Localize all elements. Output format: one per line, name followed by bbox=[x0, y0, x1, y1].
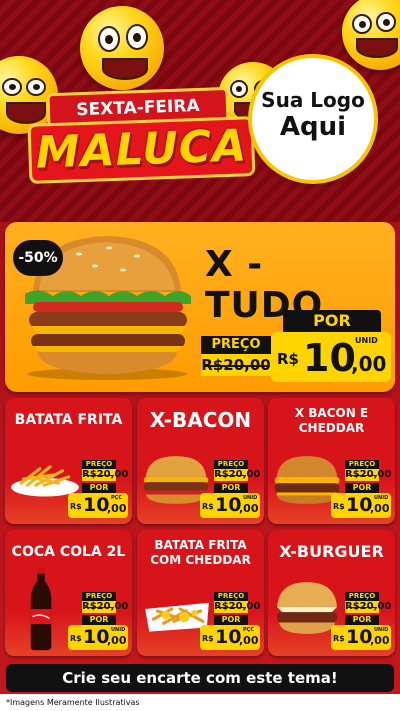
header: SEXTA-FEIRA MALUCA Sua Logo Aqui bbox=[0, 0, 400, 222]
discount-badge: -50% bbox=[13, 240, 63, 276]
currency: R$ bbox=[70, 634, 82, 643]
price-unit: UNID bbox=[355, 336, 378, 345]
old-price-label: PREÇO bbox=[214, 460, 248, 469]
price-integer: 10 bbox=[215, 626, 242, 648]
price-cents: ,00 bbox=[351, 352, 387, 376]
new-price: R$ 10 ,00 UNID bbox=[331, 493, 391, 518]
currency: R$ bbox=[70, 502, 82, 511]
price-box: PREÇO R$20,00 POR R$ 10 ,00 UNID bbox=[331, 592, 391, 650]
new-price-label: POR bbox=[214, 615, 248, 625]
price-cents: ,00 bbox=[107, 634, 127, 647]
old-price: R$20,00 bbox=[345, 469, 392, 481]
new-price-label: POR bbox=[82, 615, 116, 625]
new-price: R$ 10 ,00 PÇC bbox=[200, 625, 260, 650]
old-price-label: PREÇO bbox=[345, 460, 379, 469]
price-cents: ,00 bbox=[370, 502, 390, 515]
product-name: X-BACON bbox=[149, 408, 252, 432]
price-box: PREÇO R$20,00 POR R$ 10 ,00 UNID bbox=[331, 460, 391, 518]
product-name: BATATA FRITA bbox=[14, 412, 123, 428]
price-cents: ,00 bbox=[239, 634, 259, 647]
price-integer: 10 bbox=[346, 494, 373, 516]
new-price: R$ 10 ,00 UNID bbox=[200, 493, 260, 518]
logo-placeholder: Sua Logo Aqui bbox=[252, 58, 374, 180]
currency: R$ bbox=[202, 502, 214, 511]
product-name: X-BURGUER bbox=[279, 542, 384, 561]
price-integer: 10 bbox=[83, 626, 110, 648]
price-box: PREÇO R$20,00 POR R$ 10 ,00 UNID bbox=[200, 460, 260, 518]
product-card: BATATA FRITA PREÇO R$20,00 POR R$ 10 ,00… bbox=[5, 398, 132, 524]
old-price-label: PREÇO bbox=[82, 592, 116, 601]
disclaimer: *Imagens Meramente Ilustrativas bbox=[6, 698, 140, 707]
banner-title: MALUCA bbox=[27, 116, 256, 184]
new-price: R$ 10 ,00 UNID bbox=[68, 625, 128, 650]
cta-banner[interactable]: Crie seu encarte com este tema! bbox=[6, 664, 394, 692]
product-card: X BACON E CHEDDAR PREÇO R$20,00 POR R$ 1… bbox=[268, 398, 395, 524]
old-price: R$20,00 bbox=[214, 601, 261, 613]
old-price: R$20,00 bbox=[82, 601, 129, 613]
price-integer: 10 bbox=[215, 494, 242, 516]
new-price-label: POR bbox=[214, 483, 248, 493]
soda-bottle-image bbox=[30, 568, 52, 651]
product-name: COCA COLA 2L bbox=[11, 544, 126, 560]
logo-text-line1: Sua Logo bbox=[261, 88, 365, 112]
currency: R$ bbox=[202, 634, 214, 643]
price-integer: 10 bbox=[83, 494, 110, 516]
product-name: BATATA FRITA COM CHEDDAR bbox=[150, 538, 251, 567]
price-box: PREÇO R$20,00 POR R$ 10 ,00 PÇC bbox=[68, 460, 128, 518]
emoji-wink-icon bbox=[80, 6, 164, 90]
price-cents: ,00 bbox=[370, 634, 390, 647]
old-price-label: PREÇO bbox=[214, 592, 248, 601]
old-price-label: PREÇO bbox=[82, 460, 116, 469]
old-price-label: PREÇO bbox=[201, 336, 271, 354]
old-price-block: PREÇO R$20,00 bbox=[201, 336, 271, 382]
product-name: X BACON E CHEDDAR bbox=[294, 406, 369, 435]
new-price-label: POR bbox=[345, 483, 379, 493]
price-integer: 10 bbox=[303, 336, 356, 380]
emoji-tongue-icon bbox=[342, 0, 400, 70]
product-card: X-BURGUER PREÇO R$20,00 POR R$ 10 ,00 UN… bbox=[268, 530, 395, 656]
old-price: R$20,00 bbox=[345, 601, 392, 613]
old-price: R$20,00 bbox=[201, 354, 271, 376]
currency: R$ bbox=[333, 502, 345, 511]
price-unit: PÇC bbox=[111, 495, 123, 501]
new-price-label: POR bbox=[82, 483, 116, 493]
price-integer: 10 bbox=[346, 626, 373, 648]
price-unit: PÇC bbox=[243, 627, 255, 633]
price-box: PREÇO R$20,00 POR R$ 10 ,00 UNID bbox=[68, 592, 128, 650]
featured-card: -50% X - TUDO PREÇO R$20,00 POR R$ 10 ,0… bbox=[5, 222, 395, 392]
currency: R$ bbox=[277, 350, 299, 368]
product-card: BATATA FRITA COM CHEDDAR PREÇO R$20,00 P… bbox=[137, 530, 264, 656]
new-price-label: POR bbox=[345, 615, 379, 625]
new-price-box: R$ 10 ,00 UNID bbox=[271, 332, 391, 382]
currency: R$ bbox=[333, 634, 345, 643]
price-unit: UNID bbox=[374, 627, 389, 633]
price-cents: ,00 bbox=[239, 502, 259, 515]
product-card: X-BACON PREÇO R$20,00 POR R$ 10 ,00 UNID bbox=[137, 398, 264, 524]
price-box: PREÇO R$20,00 POR R$ 10 ,00 PÇC bbox=[200, 592, 260, 650]
old-price: R$20,00 bbox=[214, 469, 261, 481]
title-banner: SEXTA-FEIRA MALUCA bbox=[26, 86, 256, 190]
flyer-page: SEXTA-FEIRA MALUCA Sua Logo Aqui -50% X … bbox=[0, 0, 400, 711]
new-price: R$ 10 ,00 PÇC bbox=[68, 493, 128, 518]
price-unit: UNID bbox=[111, 627, 126, 633]
old-price-label: PREÇO bbox=[345, 592, 379, 601]
product-card: COCA COLA 2L PREÇO R$20,00 POR R$ 10 ,00… bbox=[5, 530, 132, 656]
new-price-label: POR bbox=[283, 310, 381, 332]
price-unit: UNID bbox=[243, 495, 258, 501]
old-price: R$20,00 bbox=[82, 469, 129, 481]
price-unit: UNID bbox=[374, 495, 389, 501]
logo-text-line2: Aqui bbox=[279, 112, 347, 142]
new-price: R$ 10 ,00 UNID bbox=[331, 625, 391, 650]
price-cents: ,00 bbox=[107, 502, 127, 515]
